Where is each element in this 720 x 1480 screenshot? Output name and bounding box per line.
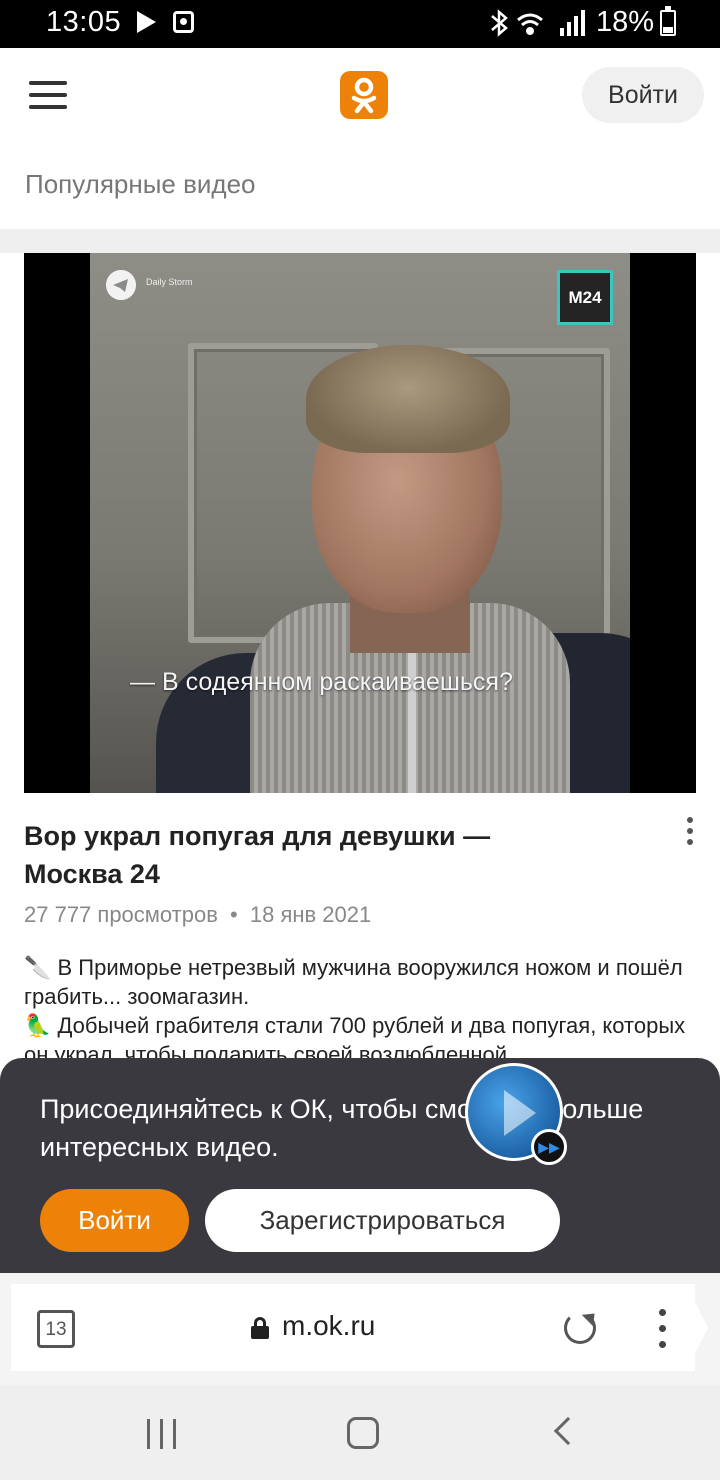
- hamburger-icon[interactable]: [29, 81, 67, 109]
- section-title: Популярные видео: [25, 169, 256, 199]
- video-thumbnail: [90, 253, 630, 793]
- browser-toolbar: 13 m.ok.ru: [0, 1273, 720, 1385]
- hair: [306, 345, 510, 453]
- recent-apps-icon[interactable]: [147, 1419, 177, 1449]
- status-bar: 13:05 18%: [0, 0, 720, 48]
- meta-separator: •: [230, 902, 238, 927]
- url-text[interactable]: m.ok.ru: [282, 1310, 375, 1342]
- system-navigation-bar: [0, 1385, 720, 1480]
- more-options-icon[interactable]: [684, 817, 696, 847]
- bluetooth-icon: [491, 9, 508, 37]
- fast-forward-icon[interactable]: ▶▶: [531, 1129, 567, 1165]
- address-bar-tip: [686, 1284, 708, 1371]
- join-promo-sheet: Присоединяйтесь к ОК, чтобы смотреть бол…: [0, 1058, 720, 1273]
- video-title[interactable]: Вор украл попугая для девушки — Москва 2…: [24, 817, 584, 893]
- battery-percent: 18%: [596, 6, 655, 38]
- view-count: 27 777 просмотров: [24, 902, 218, 927]
- browser-menu-icon[interactable]: [656, 1309, 668, 1349]
- video-description: 🔪 В Приморье нетрезвый мужчина вооружилс…: [24, 953, 696, 1063]
- promo-login-button[interactable]: Войти: [40, 1189, 189, 1252]
- publish-date: 18 янв 2021: [249, 902, 372, 927]
- video-meta: 27 777 просмотров • 18 янв 2021: [24, 902, 371, 928]
- section-header: Популярные видео: [0, 143, 720, 229]
- description-line: 🔪 В Приморье нетрезвый мужчина вооружилс…: [24, 955, 683, 1009]
- channel-badge: M24: [557, 270, 613, 325]
- header-login-button[interactable]: Войти: [582, 67, 704, 123]
- overlay-source: Daily Storm: [146, 277, 193, 287]
- battery-icon: [660, 6, 676, 36]
- reload-icon[interactable]: [564, 1312, 596, 1344]
- back-icon[interactable]: [553, 1416, 583, 1446]
- home-icon[interactable]: [347, 1417, 379, 1449]
- zipper: [408, 643, 416, 793]
- lock-icon: [251, 1317, 269, 1339]
- tabs-button[interactable]: 13: [37, 1310, 75, 1348]
- app-header: Войти: [0, 48, 720, 143]
- alarm-icon: [173, 11, 194, 33]
- video-player[interactable]: Daily Storm M24 — В содеянном раскаиваеш…: [24, 253, 696, 793]
- description-line: 🦜 Добычей грабителя стали 700 рублей и д…: [24, 1013, 686, 1063]
- promo-text: Присоединяйтесь к ОК, чтобы смотреть бол…: [40, 1094, 644, 1162]
- play-icon: [137, 11, 156, 33]
- signal-icon: [560, 10, 585, 36]
- wifi-icon: [517, 13, 543, 35]
- connectivity-icons: [491, 9, 585, 37]
- telegram-icon: [106, 270, 136, 300]
- ok-logo-icon[interactable]: [340, 71, 388, 119]
- status-time: 13:05: [46, 6, 122, 38]
- video-caption: — В содеянном раскаиваешься?: [130, 668, 513, 696]
- register-button[interactable]: Зарегистрироваться: [205, 1189, 560, 1252]
